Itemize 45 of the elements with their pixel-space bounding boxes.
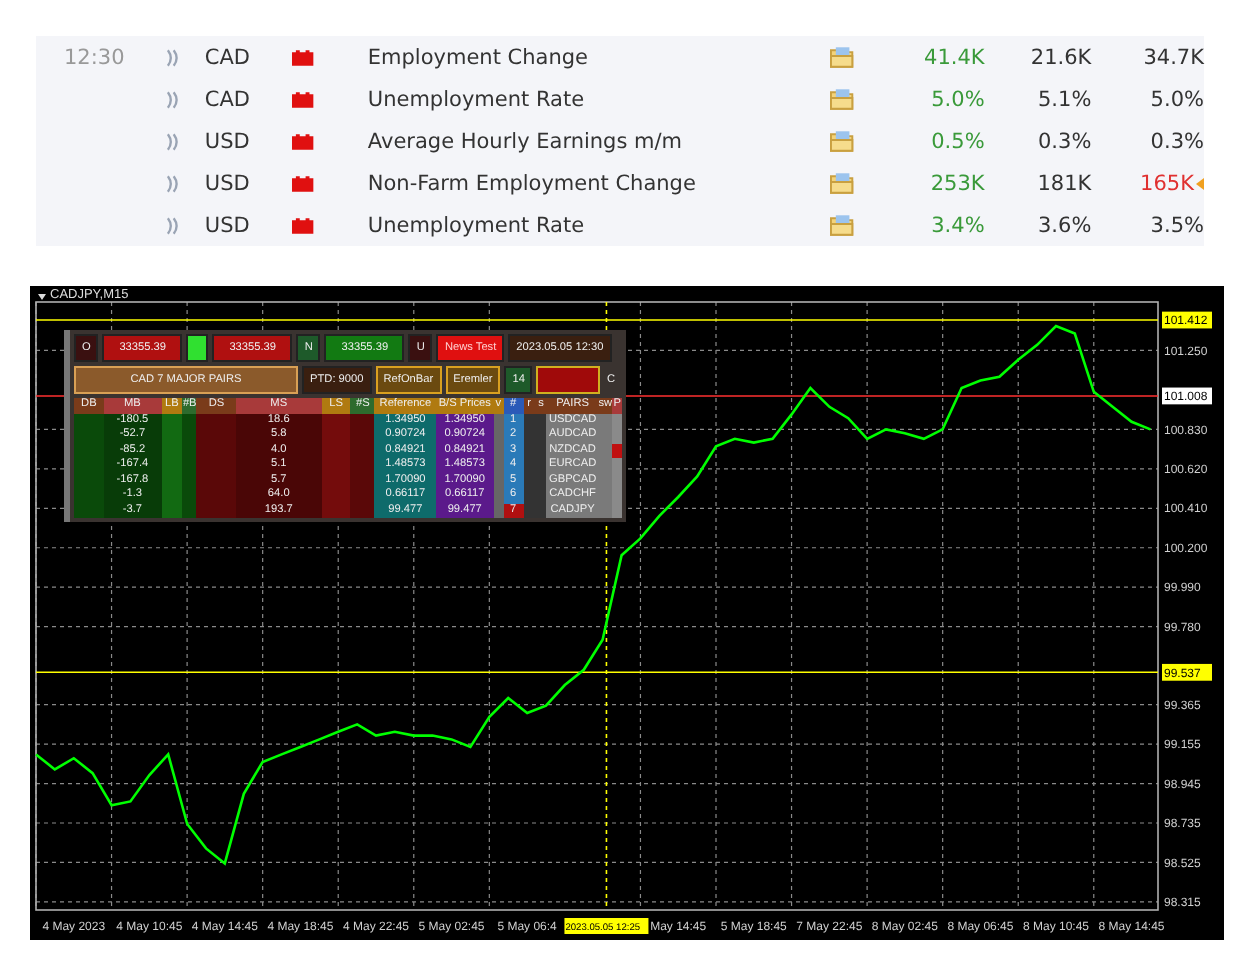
forecast-value: 5.1% <box>1036 87 1092 111</box>
currency-code: CAD <box>204 87 253 111</box>
actual-value: 3.4% <box>929 213 985 237</box>
revised-triangle-icon <box>1195 177 1204 189</box>
sound-waves-icon <box>163 173 179 193</box>
currency-code: CAD <box>204 45 253 69</box>
forecast-value: 3.6% <box>1036 213 1092 237</box>
previous-value: 34.7K <box>1143 45 1204 69</box>
folder-icon[interactable] <box>829 172 854 194</box>
impact-icon <box>292 217 314 233</box>
impact-icon <box>292 91 314 107</box>
forecast-value: 0.3% <box>1036 129 1092 153</box>
sound-waves-icon <box>163 47 179 67</box>
event-name: Average Hourly Earnings m/m <box>367 129 685 153</box>
actual-value: 5.0% <box>929 87 985 111</box>
previous-value: 3.5% <box>1150 213 1204 237</box>
forecast-value: 181K <box>1035 171 1092 195</box>
sound-waves-icon <box>163 215 179 235</box>
previous-value: 0.3% <box>1150 129 1204 153</box>
actual-value: 253K <box>928 171 985 195</box>
actual-value: 0.5% <box>929 129 985 153</box>
folder-icon[interactable] <box>829 88 854 110</box>
currency-code: USD <box>204 213 252 237</box>
currency-code: USD <box>204 129 252 153</box>
status-indicator <box>186 334 209 362</box>
folder-icon[interactable] <box>829 214 854 236</box>
event-time: 12:30 <box>64 45 127 69</box>
alarm-indicator <box>536 366 601 394</box>
impact-icon <box>292 133 314 149</box>
impact-icon <box>292 49 314 65</box>
previous-value: 165K <box>1140 171 1194 195</box>
folder-icon[interactable] <box>829 130 854 152</box>
sound-waves-icon <box>163 131 179 151</box>
actual-value: 41.4K <box>922 45 985 69</box>
previous-value: 5.0% <box>1150 87 1204 111</box>
forecast-value: 21.6K <box>1028 45 1092 69</box>
dropdown-icon[interactable] <box>38 294 46 300</box>
sound-waves-icon <box>163 89 179 109</box>
currency-code: USD <box>204 171 252 195</box>
event-name: Employment Change <box>367 45 590 69</box>
folder-icon[interactable] <box>829 46 854 68</box>
event-name: Unemployment Rate <box>367 87 587 111</box>
event-name: Non-Farm Employment Change <box>367 171 698 195</box>
impact-icon <box>292 175 314 191</box>
event-name: Unemployment Rate <box>367 213 587 237</box>
